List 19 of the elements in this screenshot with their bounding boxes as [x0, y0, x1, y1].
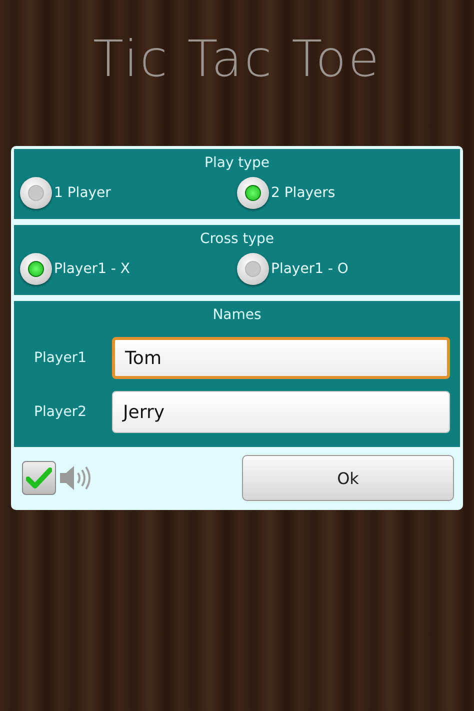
radio-label[interactable]: Player1 - O: [271, 261, 348, 277]
speaker-icon: [58, 463, 92, 493]
radio-button[interactable]: [237, 177, 269, 209]
radio-label[interactable]: Player1 - X: [54, 261, 130, 277]
sound-checkbox[interactable]: [22, 461, 56, 495]
name-input-field[interactable]: Jerry: [112, 391, 450, 433]
radio-button[interactable]: [20, 177, 52, 209]
app-title: Tic Tac Toe: [93, 29, 381, 90]
radio-label[interactable]: 2 Players: [271, 185, 336, 201]
section-title: Names: [212, 307, 262, 323]
section-title: Cross type: [198, 231, 276, 247]
field-label: Player1: [34, 350, 88, 366]
field-label: Player2: [34, 404, 88, 420]
ok-button[interactable]: Ok: [242, 455, 454, 501]
name-input-field[interactable]: Tom: [112, 337, 450, 379]
radio-button[interactable]: [20, 253, 52, 285]
radio-label[interactable]: 1 Player: [54, 185, 111, 201]
section-title: Play type: [204, 155, 270, 171]
radio-button[interactable]: [237, 253, 269, 285]
